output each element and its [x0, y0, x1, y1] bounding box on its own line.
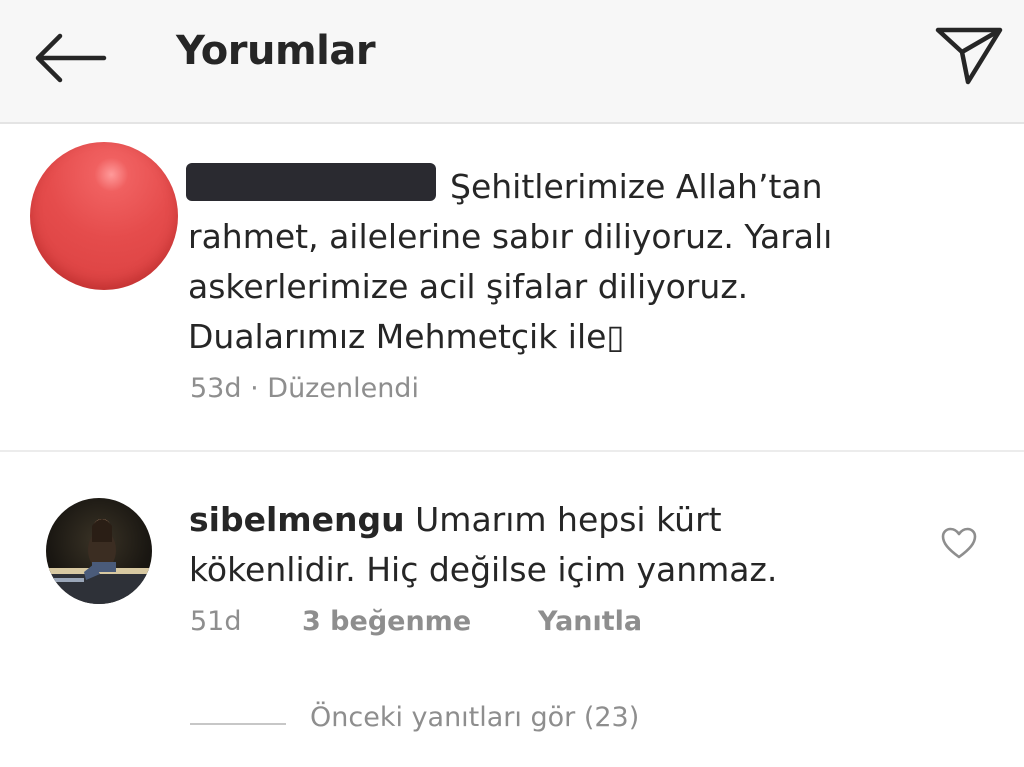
arrow-left-icon	[35, 33, 107, 83]
caption-time: 53d	[190, 373, 242, 404]
avatar[interactable]	[30, 142, 178, 290]
reply-button[interactable]: Yanıtla	[538, 606, 642, 637]
comment-username[interactable]: sibelmengu	[189, 500, 405, 539]
caption-meta: 53d · Düzenlendi	[190, 373, 419, 404]
heart-outline-icon	[941, 527, 977, 559]
top-bar: Yorumlar	[0, 0, 1024, 124]
caption-text: Şehitlerimize Allah’tan rahmet, aileleri…	[188, 167, 833, 356]
edited-label: Düzenlendi	[267, 373, 419, 404]
divider	[0, 450, 1024, 452]
share-button[interactable]	[932, 18, 1006, 88]
comment-text: sibelmengu Umarım hepsi kürt kökenlidir.…	[189, 495, 869, 595]
likes-count[interactable]: 3 beğenme	[302, 606, 471, 637]
comment-time: 51d	[190, 606, 242, 637]
avatar-photo	[46, 519, 152, 604]
back-button[interactable]	[30, 30, 110, 86]
paper-plane-icon	[935, 27, 1003, 85]
replies-line	[190, 723, 286, 725]
like-button[interactable]	[940, 526, 978, 560]
meta-separator: ·	[250, 373, 259, 404]
commenter-avatar[interactable]	[46, 498, 152, 604]
view-replies-label[interactable]: Önceki yanıtları gör (23)	[310, 702, 639, 733]
page-title: Yorumlar	[176, 28, 376, 74]
